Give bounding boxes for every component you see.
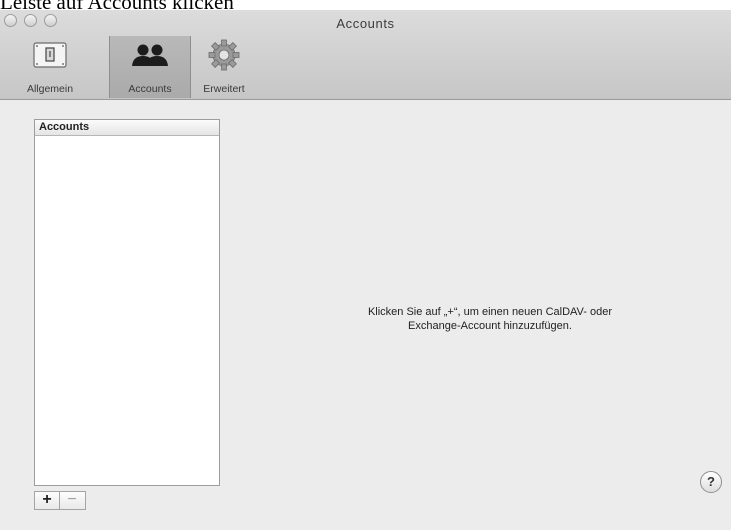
preferences-window: Accounts Allgemein Accounts Erweitert Ac…: [0, 10, 731, 530]
accounts-list-header: Accounts: [35, 120, 219, 136]
switch-icon: [33, 42, 67, 71]
list-button-group: + −: [34, 491, 86, 510]
empty-state-message: Klicken Sie auf „+“, um einen neuen CalD…: [260, 305, 720, 333]
remove-account-button[interactable]: −: [60, 492, 84, 509]
window-title: Accounts: [336, 16, 395, 31]
tab-accounts[interactable]: Accounts: [109, 36, 191, 98]
help-button[interactable]: ?: [700, 471, 722, 493]
empty-state-line-1: Klicken Sie auf „+“, um einen neuen CalD…: [367, 306, 613, 318]
empty-state-line-2: Exchange-Account hinzuzufügen.: [408, 320, 572, 332]
tab-accounts-label: Accounts: [128, 83, 172, 95]
title-bar: Accounts: [0, 10, 731, 36]
tab-allgemein[interactable]: Allgemein: [0, 36, 100, 98]
add-account-button[interactable]: +: [35, 492, 60, 509]
tab-erweitert[interactable]: Erweitert: [192, 36, 256, 98]
tab-allgemein-label: Allgemein: [26, 83, 74, 95]
toolbar: Accounts Allgemein Accounts Erweitert: [0, 10, 731, 100]
gear-icon: [207, 39, 241, 75]
people-icon: [130, 42, 170, 71]
accounts-list[interactable]: Accounts: [34, 119, 220, 486]
tab-erweitert-label: Erweitert: [203, 83, 245, 95]
